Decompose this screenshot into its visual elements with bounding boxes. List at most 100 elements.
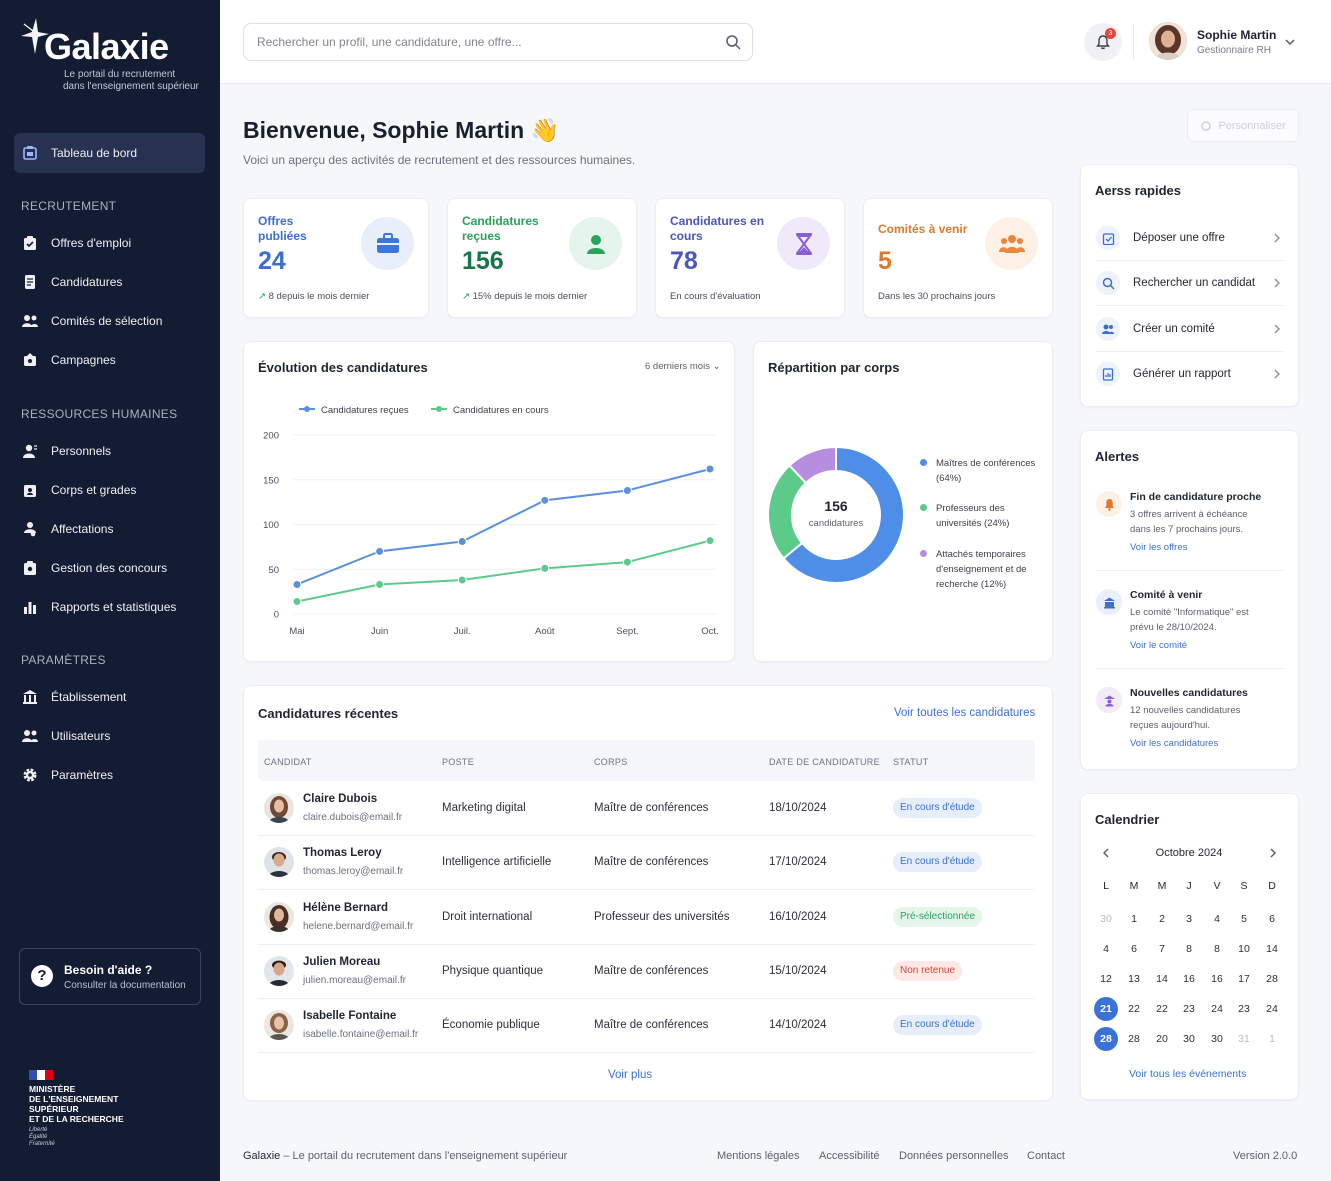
- footer-link-donnees[interactable]: Données personnelles: [899, 1150, 1008, 1162]
- nav-item-tableau-de-bord[interactable]: Tableau de bord: [21, 142, 137, 164]
- calendar-day[interactable]: 30: [1094, 908, 1118, 930]
- calendar-day[interactable]: 24: [1260, 998, 1284, 1020]
- calendar-day[interactable]: 6: [1122, 938, 1146, 960]
- nav-item-concours[interactable]: Gestion des concours: [21, 557, 167, 579]
- quick-action-deposer-offre[interactable]: Déposer une offre: [1096, 216, 1284, 261]
- nav-item-personnels[interactable]: Personnels: [21, 440, 111, 462]
- app-logo[interactable]: Galaxie Le portail du recrutement dans l…: [20, 16, 210, 100]
- tagline-line-2: dans l'enseignement supérieur: [63, 81, 199, 92]
- see-all-link[interactable]: Voir toutes les candidatures: [894, 707, 1035, 719]
- users-icon: [21, 727, 39, 745]
- nav-item-rapports[interactable]: Rapports et statistiques: [21, 596, 176, 618]
- calendar-day[interactable]: 14: [1260, 938, 1284, 960]
- column-header[interactable]: CORPS: [594, 757, 628, 767]
- stat-note-text: 8 depuis le mois dernier: [268, 291, 370, 302]
- search-icon[interactable]: [725, 34, 741, 50]
- calendar-day[interactable]: 31: [1232, 1028, 1256, 1050]
- calendar-day[interactable]: 4: [1094, 938, 1118, 960]
- calendar-day[interactable]: 28: [1122, 1028, 1146, 1050]
- chevron-right-icon[interactable]: [1267, 847, 1279, 859]
- calendar-day[interactable]: 3: [1177, 908, 1201, 930]
- calendar-day[interactable]: 22: [1150, 998, 1174, 1020]
- calendar-day[interactable]: 20: [1150, 1028, 1174, 1050]
- calendar-day[interactable]: 13: [1122, 968, 1146, 990]
- status-badge: En cours d'étude: [893, 1015, 982, 1035]
- alert-text-line: reçues aujourd'hui.: [1130, 720, 1210, 731]
- footer-link-accessibilite[interactable]: Accessibilité: [819, 1150, 880, 1162]
- calendar-day[interactable]: 1: [1260, 1028, 1284, 1050]
- stat-card-comites[interactable]: Comités à venir 5 Dans les 30 prochains …: [863, 198, 1053, 318]
- quick-action-creer-comite[interactable]: Créer un comité: [1096, 307, 1284, 352]
- search-input[interactable]: [257, 33, 707, 51]
- all-events-link[interactable]: Voir tous les événements: [1129, 1068, 1246, 1080]
- stat-card-candidatures-recues[interactable]: Candidatures reçues 156 ↗ 15% depuis le m…: [447, 198, 637, 318]
- candidate-name[interactable]: Isabelle Fontaine: [303, 1010, 396, 1022]
- user-avatar[interactable]: [1149, 22, 1187, 60]
- nav-item-parametres[interactable]: Paramètres: [21, 764, 113, 786]
- calendar-day[interactable]: 28: [1094, 1027, 1118, 1051]
- column-header[interactable]: CANDIDAT: [264, 757, 312, 767]
- calendar-day[interactable]: 6: [1260, 908, 1284, 930]
- see-more-link[interactable]: Voir plus: [608, 1069, 652, 1081]
- calendar-day[interactable]: 8: [1177, 938, 1201, 960]
- calendar-day[interactable]: 16: [1205, 968, 1229, 990]
- series-line: [296, 539, 711, 603]
- alert-link[interactable]: Voir les candidatures: [1130, 738, 1218, 749]
- calendar-day[interactable]: 7: [1150, 938, 1174, 960]
- nav-item-affectations[interactable]: Affectations: [21, 518, 113, 540]
- candidate-name[interactable]: Thomas Leroy: [303, 847, 382, 859]
- search-box[interactable]: [243, 23, 753, 61]
- calendar-day[interactable]: 23: [1232, 998, 1256, 1020]
- candidate-name[interactable]: Hélène Bernard: [303, 902, 388, 914]
- help-box[interactable]: ? Besoin d'aide ? Consulter la documenta…: [19, 948, 201, 1005]
- footer-brand-name: Galaxie: [243, 1150, 281, 1162]
- trend-up-icon: ↗: [258, 291, 266, 302]
- calendar-day[interactable]: 30: [1205, 1028, 1229, 1050]
- calendar-day[interactable]: 21: [1094, 997, 1118, 1021]
- data-point: [540, 563, 550, 573]
- calendar-day[interactable]: 10: [1232, 938, 1256, 960]
- stat-card-candidatures-en-cours[interactable]: Candidatures en cours 78 En cours d'évalu…: [655, 198, 845, 318]
- calendar-day[interactable]: 4: [1205, 908, 1229, 930]
- calendar-day[interactable]: 16: [1177, 968, 1201, 990]
- chevron-down-icon[interactable]: [1284, 36, 1296, 48]
- quick-action-rechercher-candidat[interactable]: Rechercher un candidat: [1096, 261, 1284, 306]
- period-select[interactable]: 6 derniers mois ⌄: [645, 361, 721, 372]
- quick-action-label: Rechercher un candidat: [1133, 277, 1256, 289]
- calendar-day[interactable]: 23: [1177, 998, 1201, 1020]
- user-name[interactable]: Sophie Martin: [1197, 28, 1276, 42]
- nav-item-etablissement[interactable]: Établissement: [21, 686, 126, 708]
- stat-card-offres[interactable]: Offres publiées 24 ↗ 8 depuis le mois der…: [243, 198, 429, 318]
- calendar-day[interactable]: 22: [1122, 998, 1146, 1020]
- nav-item-utilisateurs[interactable]: Utilisateurs: [21, 725, 110, 747]
- calendar-day[interactable]: 28: [1260, 968, 1284, 990]
- calendar-day[interactable]: 1: [1122, 908, 1146, 930]
- candidate-name[interactable]: Julien Moreau: [303, 956, 380, 968]
- notifications-button[interactable]: 3: [1084, 23, 1122, 61]
- calendar-day[interactable]: 14: [1150, 968, 1174, 990]
- candidate-name[interactable]: Claire Dubois: [303, 793, 377, 805]
- nav-item-offres[interactable]: Offres d'emploi: [21, 232, 131, 254]
- chevron-left-icon[interactable]: [1100, 847, 1112, 859]
- calendar-day[interactable]: 8: [1205, 938, 1229, 960]
- calendar-day[interactable]: 2: [1150, 908, 1174, 930]
- calendar-day[interactable]: 12: [1094, 968, 1118, 990]
- calendar-day[interactable]: 24: [1205, 998, 1229, 1020]
- nav-item-corps-grades[interactable]: Corps et grades: [21, 479, 136, 501]
- calendar-day[interactable]: 30: [1177, 1028, 1201, 1050]
- personalize-button[interactable]: Personnaliser: [1187, 109, 1299, 142]
- column-header[interactable]: POSTE: [442, 757, 474, 767]
- column-header[interactable]: DATE DE CANDIDATURE: [769, 757, 880, 767]
- calendar-day[interactable]: 5: [1232, 908, 1256, 930]
- column-header[interactable]: STATUT: [893, 757, 928, 767]
- nav-item-comites[interactable]: Comités de sélection: [21, 310, 162, 332]
- nav-item-campagnes[interactable]: Campagnes: [21, 349, 116, 371]
- y-tick-label: 200: [263, 431, 279, 442]
- quick-action-generer-rapport[interactable]: Générer un rapport: [1096, 352, 1284, 397]
- calendar-day[interactable]: 17: [1232, 968, 1256, 990]
- alert-link[interactable]: Voir les offres: [1130, 542, 1187, 553]
- alert-link[interactable]: Voir le comité: [1130, 640, 1187, 651]
- footer-link-contact[interactable]: Contact: [1027, 1150, 1065, 1162]
- nav-item-candidatures[interactable]: Candidatures: [21, 271, 122, 293]
- footer-link-mentions[interactable]: Mentions légales: [717, 1150, 800, 1162]
